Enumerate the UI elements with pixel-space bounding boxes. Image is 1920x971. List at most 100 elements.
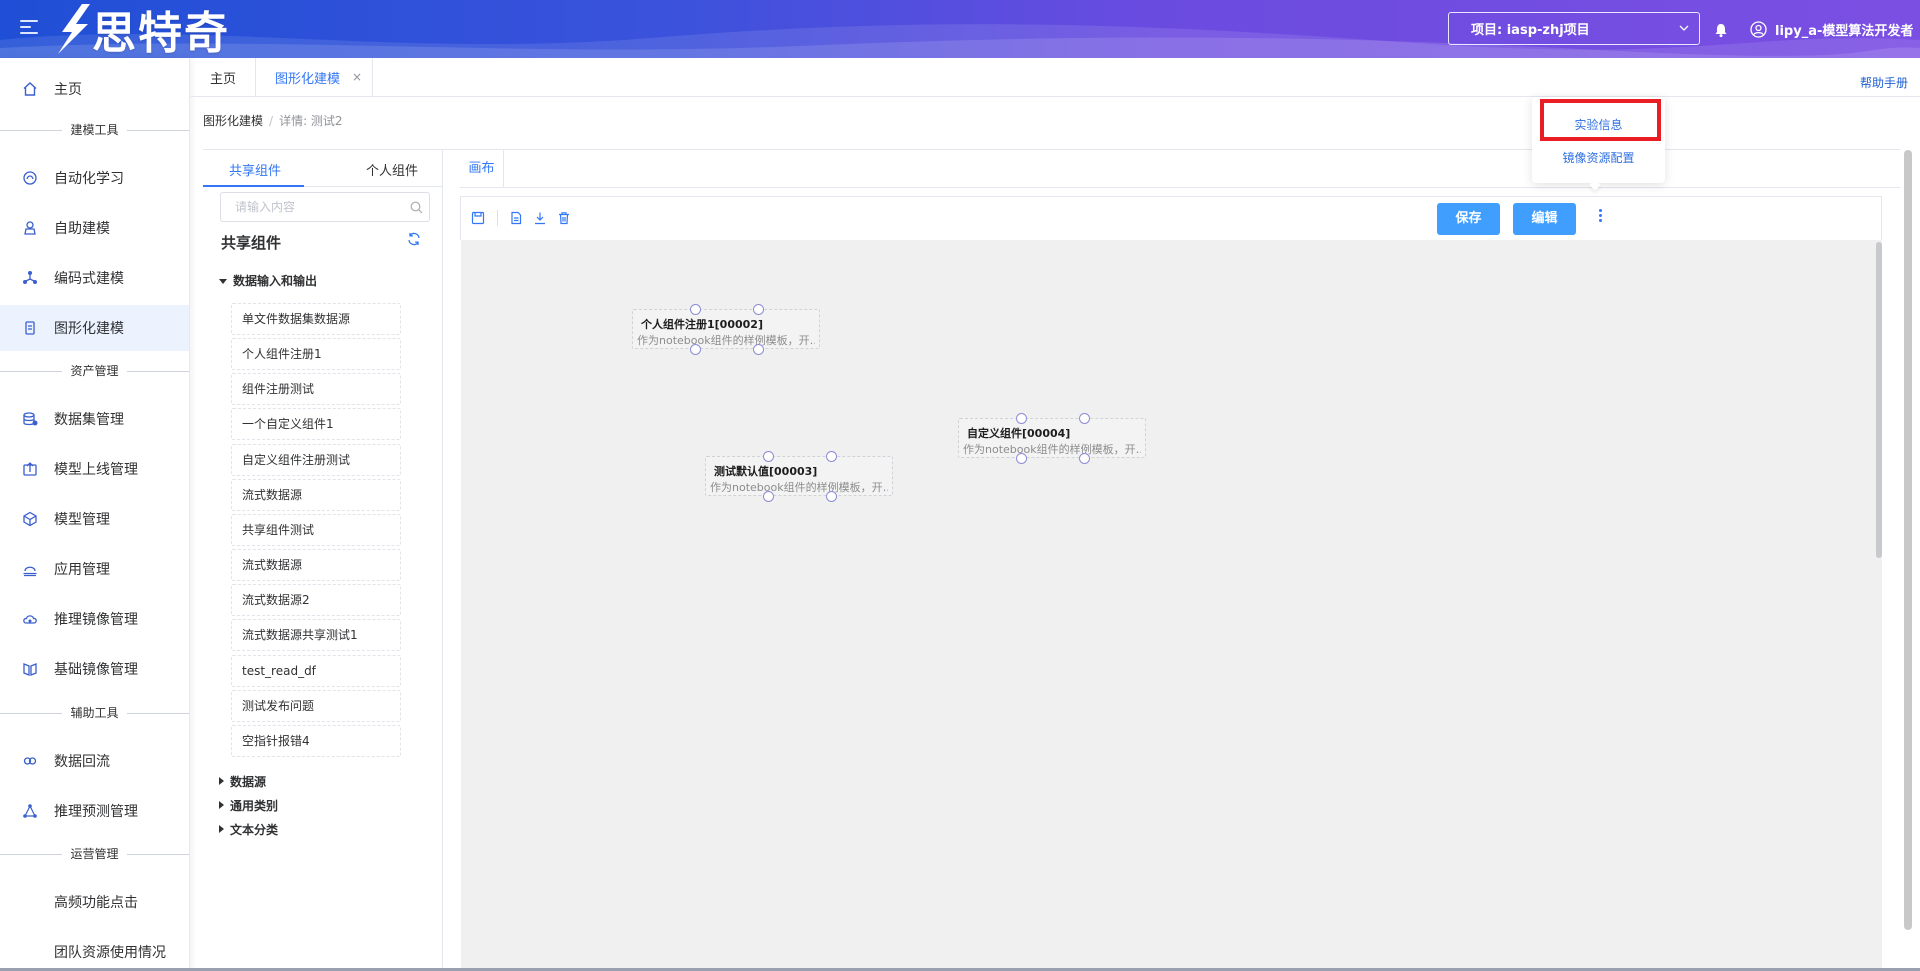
sidebar-item-label: 应用管理 <box>54 562 110 578</box>
sidebar-item-graph-model[interactable]: 图形化建模 <box>0 305 189 351</box>
canvas-node[interactable]: 测试默认值[00003] 作为notebook组件的样例模板，开… <box>705 451 893 502</box>
tab-personal-components[interactable]: 个人组件 <box>366 160 418 179</box>
output-port[interactable] <box>1079 453 1090 464</box>
canvas-node[interactable]: 个人组件注册1[00002] 作为notebook组件的样例模板，开… <box>632 304 820 355</box>
data-reflow-icon <box>23 757 37 765</box>
component-item[interactable]: 流式数据源共享测试1 <box>231 619 401 651</box>
user-menu[interactable]: lipy_a-模型算法开发者 <box>1750 19 1913 39</box>
project-select[interactable]: 项目: iasp-zhj项目 <box>1448 12 1700 45</box>
category-text-classification[interactable]: 文本分类 <box>219 821 278 838</box>
input-port[interactable] <box>1079 413 1090 424</box>
sidebar-item-team-resource[interactable]: 团队资源使用情况 <box>0 929 189 971</box>
download-icon[interactable] <box>533 211 547 225</box>
scrollbar-thumb[interactable] <box>1904 150 1912 930</box>
component-tabs: 共享组件 个人组件 <box>203 150 443 187</box>
help-manual-link[interactable]: 帮助手册 <box>1860 74 1908 91</box>
component-item[interactable]: 流式数据源2 <box>231 584 401 616</box>
output-port[interactable] <box>1016 453 1027 464</box>
search-icon[interactable] <box>410 201 423 214</box>
sidebar-item-label: 图形化建模 <box>54 321 124 337</box>
sidebar-item-code-model[interactable]: 编码式建模 <box>0 255 189 301</box>
highlight-box <box>1540 99 1661 141</box>
menu-item-image-resource-config[interactable]: 镜像资源配置 <box>1532 149 1665 166</box>
canvas-node[interactable]: 自定义组件[00004] 作为notebook组件的样例模板，开… <box>958 413 1146 464</box>
output-port[interactable] <box>753 344 764 355</box>
sidebar-item-label: 主页 <box>54 82 82 98</box>
sidebar-item-infer-image[interactable]: 推理镜像管理 <box>0 596 189 642</box>
component-item[interactable]: 空指针报错4 <box>231 725 401 757</box>
input-port[interactable] <box>1016 413 1027 424</box>
project-select-value: 项目: iasp-zhj项目 <box>1471 23 1590 38</box>
breadcrumb-root[interactable]: 图形化建模 <box>203 114 263 128</box>
input-port[interactable] <box>763 451 774 462</box>
component-item[interactable]: 一个自定义组件1 <box>231 408 401 440</box>
node-title: 个人组件注册1[00002] <box>641 318 763 331</box>
category-label: 数据源 <box>230 775 267 789</box>
page-scrollbar[interactable] <box>1904 150 1912 971</box>
bell-icon[interactable] <box>1713 22 1729 38</box>
component-item[interactable]: 个人组件注册1 <box>231 338 401 370</box>
breadcrumb-separator: / <box>269 114 274 128</box>
sidebar-item-automl[interactable]: 自动化学习 <box>0 155 189 201</box>
component-item[interactable]: 组件注册测试 <box>231 373 401 405</box>
category-data-io[interactable]: 数据输入和输出 <box>219 272 317 289</box>
tab-shared-components[interactable]: 共享组件 <box>229 160 281 179</box>
base-image-icon <box>23 663 37 676</box>
component-item[interactable]: 单文件数据集数据源 <box>231 303 401 335</box>
sidebar-group-ops-mgmt: 运营管理 <box>0 845 189 863</box>
menu-toggle-icon[interactable] <box>20 20 38 36</box>
component-item[interactable]: 流式数据源 <box>231 549 401 581</box>
component-item[interactable]: 共享组件测试 <box>231 514 401 546</box>
component-item[interactable]: 测试发布问题 <box>231 690 401 722</box>
sidebar-item-hot-clicks[interactable]: 高频功能点击 <box>0 879 189 925</box>
component-panel-title: 共享组件 <box>221 234 282 252</box>
caret-down-icon <box>219 279 227 284</box>
sidebar-item-predict[interactable]: 推理预测管理 <box>0 788 189 834</box>
tab-label: 图形化建模 <box>275 71 341 87</box>
close-icon[interactable]: × <box>352 70 362 84</box>
document-icon[interactable] <box>509 211 523 225</box>
active-tab-indicator <box>203 185 304 187</box>
tab-canvas[interactable]: 画布 <box>460 150 504 188</box>
save-button[interactable]: 保存 <box>1437 203 1500 235</box>
output-port[interactable] <box>826 491 837 502</box>
canvas-scrollbar[interactable] <box>1876 242 1882 558</box>
sidebar-item-app[interactable]: 应用管理 <box>0 546 189 592</box>
sidebar-item-label: 团队资源使用情况 <box>54 945 166 961</box>
refresh-icon[interactable] <box>407 232 421 246</box>
output-port[interactable] <box>763 491 774 502</box>
category-datasource[interactable]: 数据源 <box>219 773 266 790</box>
logo-mark-icon <box>58 4 90 54</box>
sidebar-group-asset-mgmt: 资产管理 <box>0 362 189 380</box>
code-model-icon <box>23 271 37 284</box>
tab-home[interactable]: 主页 <box>191 58 256 96</box>
input-port[interactable] <box>753 304 764 315</box>
more-options-icon[interactable] <box>1597 209 1603 225</box>
sidebar-item-deploy[interactable]: 模型上线管理 <box>0 446 189 492</box>
sidebar-item-data-reflow[interactable]: 数据回流 <box>0 738 189 784</box>
model-icon <box>23 511 37 527</box>
sidebar-item-model[interactable]: 模型管理 <box>0 496 189 542</box>
sidebar-item-self-model[interactable]: 自助建模 <box>0 205 189 251</box>
sidebar-item-dataset[interactable]: 数据集管理 <box>0 396 189 442</box>
component-item[interactable]: 流式数据源 <box>231 479 401 511</box>
dataset-icon <box>23 412 38 426</box>
tab-graph-model[interactable]: 图形化建模 × <box>257 58 373 96</box>
sidebar-item-home[interactable]: 主页 <box>0 66 189 112</box>
component-item[interactable]: 自定义组件注册测试 <box>231 444 401 476</box>
input-port[interactable] <box>826 451 837 462</box>
graph-canvas[interactable]: 个人组件注册1[00002] 作为notebook组件的样例模板，开… 测试默认… <box>461 240 1882 971</box>
delete-icon[interactable] <box>557 211 571 225</box>
category-label: 文本分类 <box>230 823 279 837</box>
node-description: 作为notebook组件的样例模板，开… <box>710 481 888 494</box>
edit-button[interactable]: 编辑 <box>1513 203 1576 235</box>
category-general[interactable]: 通用类别 <box>219 797 278 814</box>
sidebar-item-base-image[interactable]: 基础镜像管理 <box>0 646 189 692</box>
save-icon[interactable] <box>471 211 485 225</box>
sidebar-group-aux-tools: 辅助工具 <box>0 704 189 722</box>
input-port[interactable] <box>690 304 701 315</box>
deploy-icon <box>23 462 37 476</box>
output-port[interactable] <box>690 344 701 355</box>
component-item[interactable]: test_read_df <box>231 655 401 687</box>
component-search-input[interactable]: 请输入内容 <box>220 192 430 222</box>
